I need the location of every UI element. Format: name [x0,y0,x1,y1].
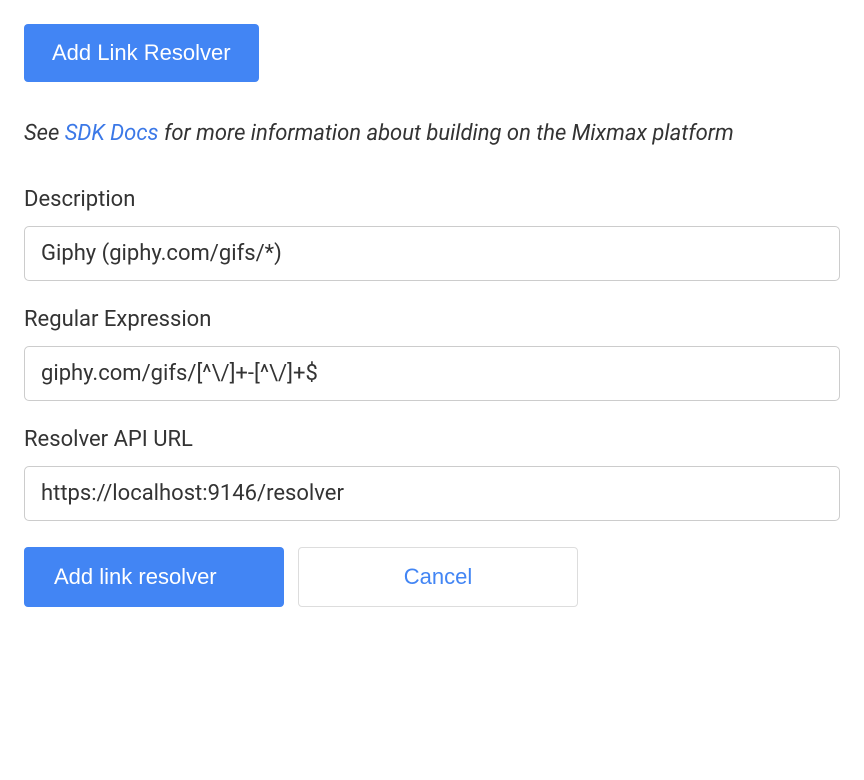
description-label: Description [24,187,840,212]
add-link-resolver-header-button[interactable]: Add Link Resolver [24,24,259,82]
resolver-url-label: Resolver API URL [24,427,840,452]
description-group: Description [24,187,840,281]
resolver-url-input[interactable] [24,466,840,521]
cancel-button[interactable]: Cancel [298,547,578,607]
resolver-url-group: Resolver API URL [24,427,840,521]
add-link-resolver-submit-button[interactable]: Add link resolver [24,547,284,607]
regex-label: Regular Expression [24,307,840,332]
regex-input[interactable] [24,346,840,401]
regex-group: Regular Expression [24,307,840,401]
info-prefix: See [24,121,65,146]
info-suffix: for more information about building on t… [159,121,734,146]
button-row: Add link resolver Cancel [24,547,840,607]
sdk-docs-link[interactable]: SDK Docs [65,121,159,146]
info-text: See SDK Docs for more information about … [24,116,840,151]
description-input[interactable] [24,226,840,281]
